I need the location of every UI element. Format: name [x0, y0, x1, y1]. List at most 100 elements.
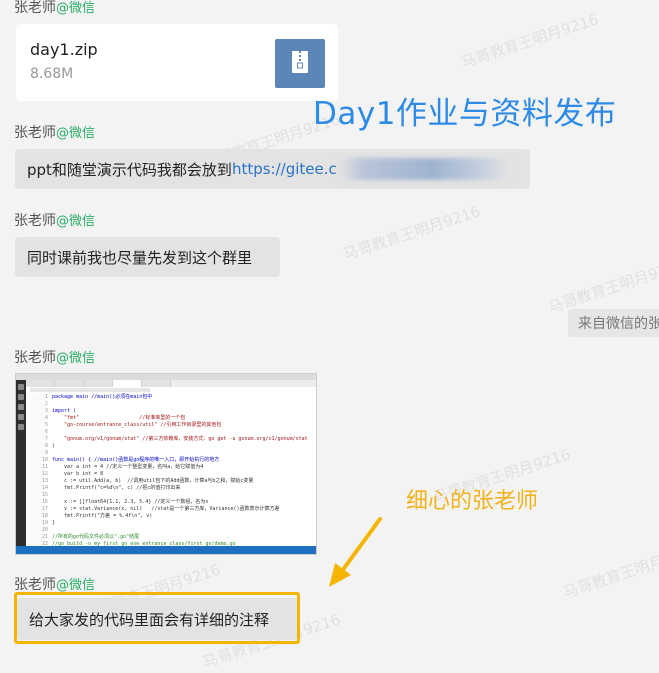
line-number: 21	[41, 534, 48, 540]
code-line: 2	[28, 401, 52, 408]
code-line: 19}	[28, 520, 55, 527]
editor-tab	[142, 380, 171, 387]
message-bubble[interactable]: ppt和随堂演示代码我都会放到 https://gitee.c	[15, 149, 530, 189]
line-number: 13	[41, 478, 48, 484]
code-line: 20	[28, 527, 52, 534]
code-line: 1 package main //main()必须在main包中	[28, 394, 152, 401]
file-name: day1.zip	[30, 40, 98, 59]
extensions-icon	[18, 424, 24, 430]
redacted-blur	[338, 158, 509, 180]
code-line: 18 fmt.Printf("方差 = %.4f\n", v)	[28, 513, 152, 520]
line-number: 1	[44, 394, 48, 400]
sender-name: 张老师@微信	[14, 0, 95, 17]
code-text: package main //main()必须在main包中	[52, 394, 153, 400]
code-line: 17 v := stat.Variance(x, nil) //stat是一个第…	[28, 506, 280, 513]
wechat-source-tag: @微信	[56, 578, 96, 593]
wechat-source-tag: @微信	[56, 351, 96, 366]
overlay-title: Day1作业与资料发布	[313, 96, 617, 132]
line-number: 18	[41, 513, 48, 519]
code-text: "fmt" //标准库里的一个包	[52, 415, 186, 421]
line-number: 11	[41, 464, 48, 470]
debug-icon	[18, 414, 24, 420]
code-text: func main() { //main()函数是go程序的唯一入口，即开始执行…	[52, 457, 220, 463]
search-icon	[18, 394, 24, 400]
line-number: 12	[41, 471, 48, 477]
sender-label: 张老师	[14, 0, 56, 16]
sender-label: 张老师	[14, 125, 56, 141]
editor-tab	[84, 380, 113, 387]
code-text: var b int = 8	[52, 471, 104, 477]
code-line: 12 var b int = 8	[28, 471, 103, 478]
wechat-source-tag: @微信	[56, 214, 96, 229]
annotation-note: 细心的张老师	[406, 489, 539, 514]
zip-file-icon	[275, 39, 325, 88]
code-text: )	[52, 443, 56, 449]
code-text: "go-course/entrance_class/util" //引用工作目录…	[52, 422, 222, 428]
line-number: 7	[44, 436, 48, 442]
message-text: 同时课前我也尽量先发到这个群里	[27, 248, 253, 267]
files-icon	[18, 384, 24, 390]
sender-name: 张老师@微信	[14, 210, 95, 230]
code-text: import (	[52, 408, 77, 414]
line-number: 16	[41, 499, 48, 505]
code-text: //所有的go代码文件必须以".go"结尾	[52, 534, 140, 540]
code-text: var a int = 4 //定义一个整型变量，名叫a，给它赋值为4	[52, 464, 204, 470]
line-number: 15	[41, 492, 48, 498]
editor-tab	[26, 380, 55, 387]
code-text: v := stat.Variance(x, nil) //stat是一个第三方库…	[52, 506, 280, 512]
code-line: 6	[28, 429, 52, 436]
line-number: 3	[44, 408, 48, 414]
code-text: c := util.Add(a, b) //调用util包下的Add函数，计算a…	[52, 478, 254, 484]
code-text: "gonum.org/v1/gonum/stat" //第三方依赖库，安装方式：…	[52, 436, 308, 442]
message-text: ppt和随堂演示代码我都会放到	[27, 160, 232, 179]
wechat-source-tag: @微信	[56, 1, 96, 16]
sender-label: 张老师	[14, 350, 56, 366]
annotation-arrow-icon	[329, 517, 382, 587]
code-line: 14 fmt.Printf("c=%d\n", c) //把c的值打印出来	[28, 485, 180, 492]
code-line: 5 "go-course/entrance_class/util" //引用工作…	[28, 422, 221, 429]
file-size: 8.68M	[30, 66, 74, 82]
line-number: 9	[44, 450, 48, 456]
editor-tabs	[26, 380, 316, 387]
wechat-source-notice: 来自微信的张	[568, 309, 659, 337]
line-number: 6	[44, 429, 48, 435]
sender-name: 张老师@微信	[14, 574, 95, 594]
wechat-source-tag: @微信	[56, 126, 96, 141]
code-line: 7 "gonum.org/v1/gonum/stat" //第三方依赖库，安装方…	[28, 436, 308, 443]
message-bubble[interactable]: 同时课前我也尽量先发到这个群里	[15, 237, 280, 277]
watermark: 马哥教育王明月9216	[545, 255, 659, 317]
source-control-icon	[18, 404, 24, 410]
code-line: 8)	[28, 443, 55, 450]
sender-name: 张老师@微信	[14, 347, 95, 367]
editor-tab-active	[113, 380, 142, 387]
editor-statusbar	[16, 546, 316, 554]
code-text: fmt.Printf("方差 = %.4f\n", v)	[52, 513, 153, 519]
watermark: 马哥教育王明月9216	[458, 10, 601, 72]
code-text: fmt.Printf("c=%d\n", c) //把c的值打印出来	[52, 485, 181, 491]
line-number: 2	[44, 401, 48, 407]
line-number: 5	[44, 422, 48, 428]
line-number: 10	[41, 457, 48, 463]
code-line: 4 "fmt" //标准库里的一个包	[28, 415, 185, 422]
code-line: 9	[28, 450, 52, 457]
editor-breadcrumb	[30, 388, 150, 392]
line-number: 17	[41, 506, 48, 512]
code-text: x := []float64{1.1, 2.3, 5.4} //定义一个数组，名…	[52, 499, 209, 505]
code-line: 13 c := util.Add(a, b) //调用util包下的Add函数，…	[28, 478, 253, 485]
gitee-link[interactable]: https://gitee.c	[232, 160, 337, 178]
line-number: 19	[41, 520, 48, 526]
code-line: 3 import (	[28, 408, 76, 415]
highlight-frame	[14, 592, 300, 644]
code-line: 21 //所有的go代码文件必须以".go"结尾	[28, 534, 139, 541]
sender-label: 张老师	[14, 577, 56, 593]
code-line: 15	[28, 492, 52, 499]
line-number: 8	[44, 443, 48, 449]
file-message-card[interactable]: day1.zip 8.68M	[16, 24, 338, 101]
code-screenshot-image[interactable]: 1 package main //main()必须在main包中 2 3 import …	[15, 373, 317, 555]
code-line: 11 var a int = 4 //定义一个整型变量，名叫a，给它赋值为4	[28, 464, 203, 471]
line-number: 4	[44, 415, 48, 421]
watermark: 马哥教育王明月9216	[340, 202, 483, 264]
sender-name: 张老师@微信	[14, 122, 95, 142]
line-number: 20	[41, 527, 48, 533]
line-number: 14	[41, 485, 48, 491]
